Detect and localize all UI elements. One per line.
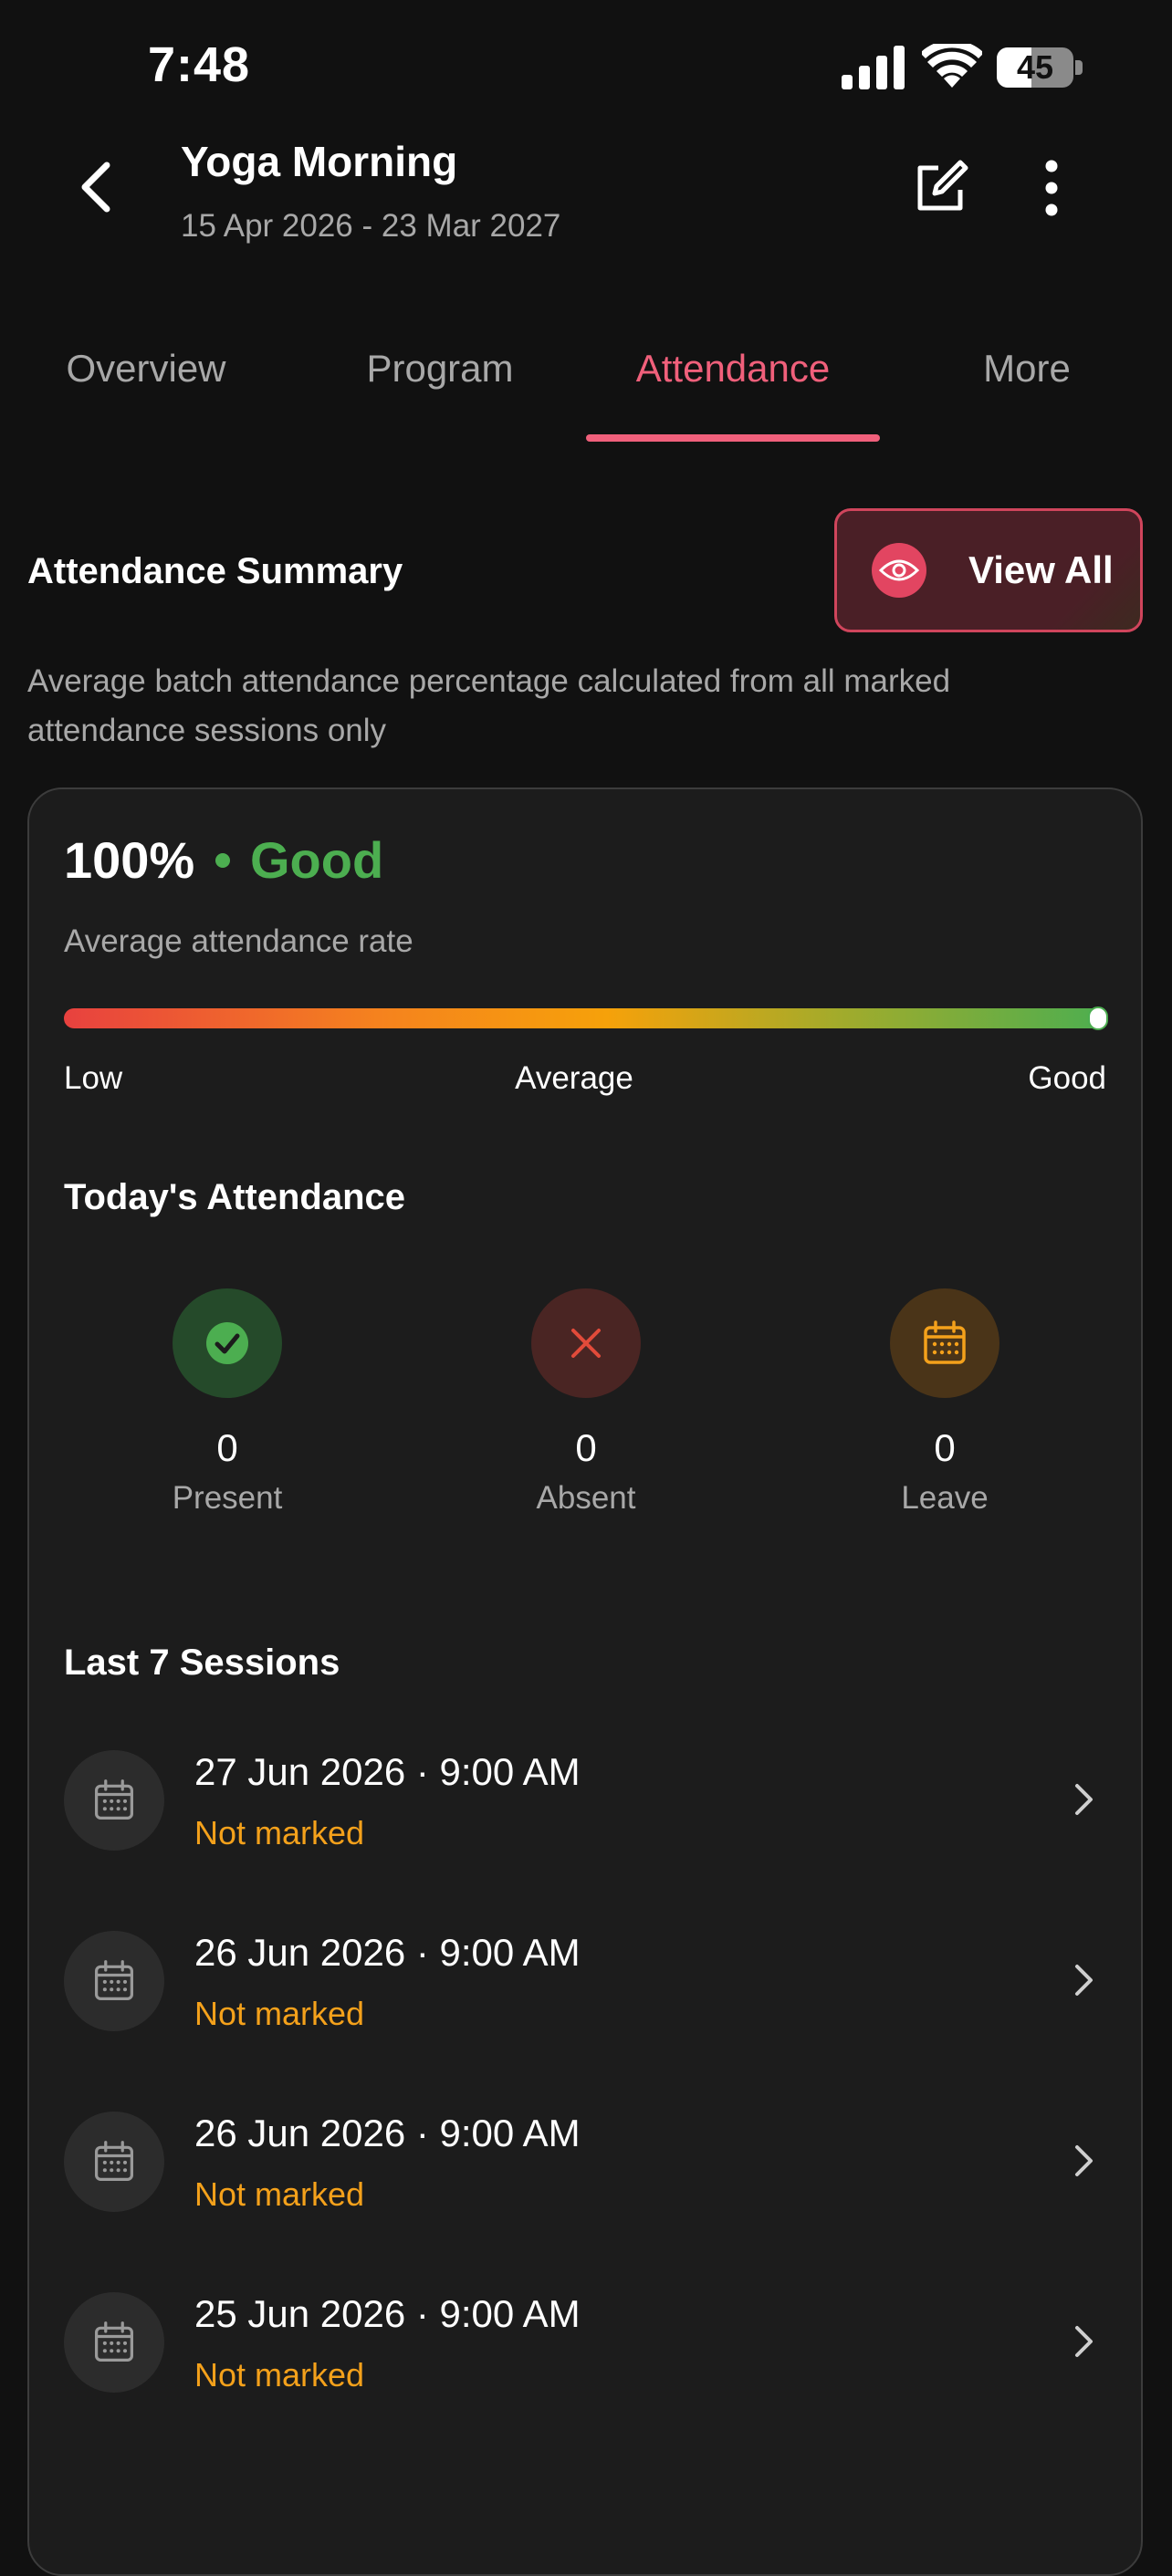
attendance-status: Good — [250, 831, 384, 889]
cellular-signal-icon — [842, 46, 907, 89]
attendance-rate-indicator — [1088, 1006, 1108, 1030]
date-range: 15 Apr 2026 - 23 Mar 2027 — [181, 208, 561, 244]
calendar-icon — [924, 1320, 966, 1364]
attendance-rate-label: Average attendance rate — [64, 923, 413, 959]
chevron-right-icon — [1066, 1781, 1103, 1818]
session-date: 25 Jun 2026 · 9:00 AM — [194, 2292, 581, 2335]
chevron-left-icon — [81, 162, 110, 213]
session-date: 27 Jun 2026 · 9:00 AM — [194, 1750, 581, 1793]
absent-label: Absent — [536, 1480, 636, 1516]
summary-description: Average batch attendance percentage calc… — [27, 663, 951, 748]
session-row[interactable]: 26 Jun 2026 · 9:00 AM Not marked — [27, 1931, 1143, 2077]
session-row[interactable]: 25 Jun 2026 · 9:00 AM Not marked — [27, 2292, 1143, 2438]
session-status: Not marked — [194, 2175, 365, 2213]
tab-program[interactable]: Program — [321, 347, 559, 411]
attendance-rate-bar — [64, 1008, 1108, 1028]
calendar-icon — [64, 2112, 164, 2212]
session-row[interactable]: 26 Jun 2026 · 9:00 AM Not marked — [27, 2112, 1143, 2258]
tab-attendance[interactable]: Attendance — [586, 347, 880, 411]
present-count: 0 — [216, 1426, 238, 1469]
status-time: 7:48 — [148, 37, 251, 92]
more-options-button[interactable] — [1030, 155, 1073, 221]
present-stat — [173, 1288, 282, 1398]
chevron-right-icon — [1066, 1962, 1103, 1998]
status-dot — [215, 853, 230, 868]
tab-overview[interactable]: Overview — [27, 347, 265, 411]
tab-more[interactable]: More — [913, 347, 1141, 411]
last-sessions-title: Last 7 Sessions — [64, 1643, 340, 1683]
calendar-icon — [64, 2292, 164, 2393]
session-status: Not marked — [194, 1995, 365, 2032]
chevron-right-icon — [1066, 2323, 1103, 2360]
tab-bar: Overview Program Attendance More — [0, 347, 1172, 447]
page-title: Yoga Morning — [181, 138, 458, 185]
view-all-button[interactable]: View All — [834, 508, 1143, 632]
leave-count: 0 — [934, 1426, 956, 1469]
wifi-icon — [920, 39, 984, 89]
todays-attendance-title: Today's Attendance — [64, 1177, 406, 1217]
session-date: 26 Jun 2026 · 9:00 AM — [194, 1931, 581, 1974]
session-status: Not marked — [194, 2356, 365, 2393]
section-title: Attendance Summary — [27, 551, 403, 591]
view-all-label: View All — [968, 548, 1114, 591]
session-row[interactable]: 27 Jun 2026 · 9:00 AM Not marked — [27, 1750, 1143, 1896]
present-label: Present — [172, 1480, 283, 1516]
leave-stat — [890, 1288, 999, 1398]
absent-stat — [531, 1288, 641, 1398]
session-date: 26 Jun 2026 · 9:00 AM — [194, 2112, 581, 2154]
battery-percent: 45 — [1016, 48, 1054, 86]
attendance-percent: 100% — [64, 831, 195, 889]
edit-button[interactable] — [907, 155, 973, 221]
scale-high-label: Good — [1028, 1060, 1106, 1096]
scale-low-label: Low — [64, 1060, 123, 1096]
calendar-icon — [64, 1750, 164, 1851]
edit-icon — [917, 160, 968, 211]
chevron-right-icon — [1066, 2143, 1103, 2179]
leave-label: Leave — [901, 1480, 989, 1516]
battery-icon: 45 — [997, 47, 1083, 88]
calendar-icon — [64, 1931, 164, 2031]
more-vertical-icon — [1045, 160, 1058, 216]
eye-icon — [872, 543, 926, 598]
back-button[interactable] — [64, 155, 128, 219]
close-icon — [571, 1329, 601, 1358]
session-status: Not marked — [194, 1814, 365, 1851]
active-tab-indicator — [586, 434, 880, 442]
scale-mid-label: Average — [515, 1060, 633, 1096]
absent-count: 0 — [575, 1426, 597, 1469]
check-icon — [206, 1322, 248, 1364]
